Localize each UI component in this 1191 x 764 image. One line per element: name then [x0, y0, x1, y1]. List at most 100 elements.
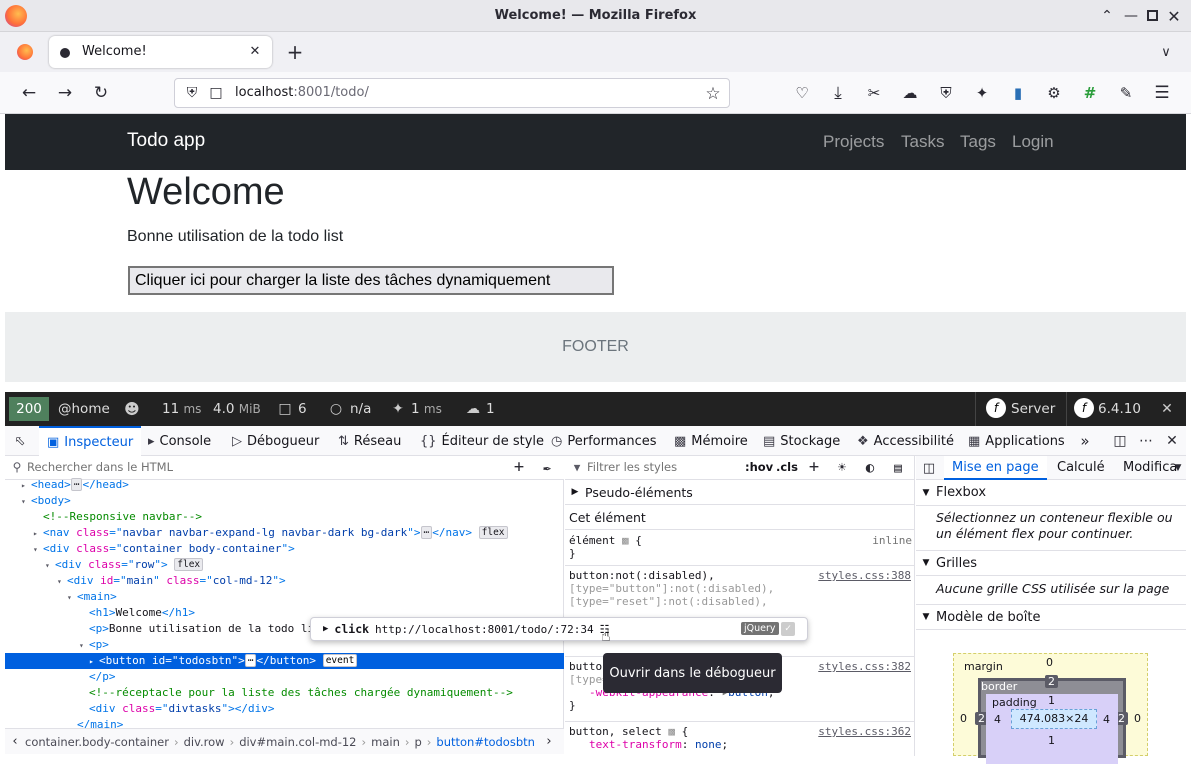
close-tab-icon[interactable]: ✕	[247, 43, 263, 59]
tab-debogueur[interactable]: ▷ Débogueur	[232, 426, 319, 456]
forms-count[interactable]: 6	[298, 401, 307, 417]
time-metric[interactable]: 11 ms	[162, 401, 201, 417]
status-badge[interactable]: 200	[9, 397, 49, 421]
tab-stockage[interactable]: ▤ Stockage	[763, 426, 840, 456]
nav-login[interactable]: Login	[1012, 132, 1054, 152]
element-rule[interactable]: élément ▩ {inline }	[569, 534, 912, 560]
toggle-sidebar-icon[interactable]: ◫	[920, 459, 938, 477]
html-search-input[interactable]: Rechercher dans le HTML	[27, 460, 507, 474]
events-icon[interactable]: ✦	[390, 400, 406, 418]
nav-projects[interactable]: Projects	[823, 132, 884, 152]
extensions-puzzle-icon[interactable]: ✎	[1116, 83, 1136, 103]
markup-node-main[interactable]: ▾ <main>	[5, 589, 564, 605]
breadcrumb-item-selected[interactable]: button#todosbtn	[436, 735, 535, 749]
tab-performances[interactable]: ◷ Performances	[551, 426, 657, 456]
add-rule-icon[interactable]: +	[805, 457, 823, 477]
hov-button[interactable]: :hov	[745, 460, 773, 474]
extension-cloud-icon[interactable]: ☁	[900, 83, 920, 103]
tab-inspecteur[interactable]: ▣ Inspecteur	[39, 426, 142, 456]
upload-cloud-icon[interactable]: ☁	[463, 400, 483, 418]
markup-node-p-close[interactable]: </p>	[5, 669, 564, 685]
requests-count[interactable]: 1	[486, 401, 495, 417]
maximize-button[interactable]	[1147, 10, 1158, 21]
padding-bottom-value[interactable]: 1	[1048, 734, 1055, 747]
box-model-margin[interactable]: margin 0 0 0 border 2 2 2 padding 1 4 4 …	[953, 653, 1148, 764]
site-brand[interactable]: Todo app	[127, 130, 205, 152]
chevron-left-icon[interactable]: ‹	[5, 734, 25, 749]
page-icon[interactable]: □	[207, 84, 225, 102]
more-panels-chevron-icon[interactable]: ▼	[1172, 460, 1184, 476]
tab-editeur-de-style[interactable]: {} Éditeur de style	[420, 426, 544, 456]
tab-mise-en-page[interactable]: Mise en page	[944, 456, 1047, 480]
tab-console[interactable]: ▸ Console	[148, 426, 211, 456]
memory-metric[interactable]: 4.0 MiB	[213, 401, 261, 417]
padding-right-value[interactable]: 4	[1103, 713, 1110, 726]
load-tasks-button[interactable]: Cliquer ici pour charger la liste des tâ…	[128, 266, 614, 295]
breadcrumb-item[interactable]: main	[371, 735, 400, 749]
expand-arrow-icon[interactable]: ▶	[323, 624, 328, 634]
markup-comment[interactable]: <!--réceptacle pour la liste des tâches …	[5, 685, 564, 701]
route-name[interactable]: @home	[58, 401, 110, 417]
chevron-right-icon[interactable]: ›	[539, 734, 559, 749]
print-media-icon[interactable]: ▤	[889, 459, 907, 477]
markup-node-divtasks[interactable]: <div class="divtasks"></div>	[5, 701, 564, 717]
symfony-logo-icon[interactable]: f	[986, 398, 1006, 418]
markup-node-button-selected[interactable]: ▸ <button id="todosbtn"> ⋯ </button> event	[5, 653, 564, 669]
box-model-border[interactable]: border 2 2 2 padding 1 4 4 1 474.083×24	[975, 675, 1128, 764]
tab-reseau[interactable]: ⇅ Réseau	[338, 426, 401, 456]
pocket-icon[interactable]: ♡	[792, 83, 812, 103]
breadcrumb-item[interactable]: div.row	[184, 735, 225, 749]
enable-checkbox[interactable]: ✓	[781, 622, 795, 636]
ublock-shield-icon[interactable]: ⛨	[936, 83, 956, 103]
back-arrow-icon[interactable]: ←	[19, 83, 39, 103]
user-status[interactable]: n/a	[350, 401, 371, 417]
bookmark-star-icon[interactable]: ☆	[703, 84, 723, 104]
screenshot-icon[interactable]: ✂	[864, 83, 884, 103]
margin-left-value[interactable]: 0	[960, 712, 967, 725]
rule-button-select[interactable]: button, select ▩ {styles.css:362 text-tr…	[565, 721, 915, 754]
user-icon[interactable]: ○	[328, 400, 344, 418]
markup-node-main-div[interactable]: ▾ <div id="main" class="col-md-12">	[5, 573, 564, 589]
cls-button[interactable]: .cls	[776, 460, 798, 474]
extension-tag-icon[interactable]: ▮	[1008, 83, 1028, 103]
dark-theme-icon[interactable]: ◐	[861, 459, 879, 477]
tab-modifications[interactable]: Modifica	[1123, 460, 1177, 475]
event-handler-url[interactable]: http://localhost:8001/todo/:72:34	[375, 623, 594, 636]
symfony-ghost-icon[interactable]: ☻	[122, 399, 142, 419]
breadcrumb-item[interactable]: p	[414, 735, 421, 749]
event-type[interactable]: click	[334, 622, 369, 636]
add-node-icon[interactable]: +	[510, 457, 528, 477]
grids-header[interactable]: ▼ Grilles	[916, 550, 1186, 576]
markup-node-nav[interactable]: ▸ <nav class="navbar navbar-expand-lg nav…	[5, 525, 564, 541]
forward-arrow-icon[interactable]: →	[55, 83, 75, 103]
extension-robot-icon[interactable]: ⚙	[1044, 83, 1064, 103]
symfony-version[interactable]: 6.4.10	[1098, 401, 1141, 417]
padding-left-value[interactable]: 4	[994, 713, 1001, 726]
tab-applications[interactable]: ▦ Applications	[968, 426, 1065, 456]
firefox-view-icon[interactable]	[17, 44, 33, 60]
filter-styles-input[interactable]: Filtrer les styles	[587, 460, 677, 474]
nav-tags[interactable]: Tags	[960, 132, 996, 152]
tab-accessibilite[interactable]: ❖ Accessibilité	[857, 426, 954, 456]
events-time[interactable]: 1 ms	[411, 401, 442, 417]
symfony-version-icon[interactable]: f	[1074, 398, 1094, 418]
content-size[interactable]: 474.083×24	[1011, 709, 1097, 729]
rule-button-not-disabled[interactable]: button:not(:disabled), styles.css:388 [ty…	[565, 565, 915, 615]
light-theme-icon[interactable]: ☀	[833, 459, 851, 477]
markup-node-body[interactable]: ▾ <body>	[5, 493, 564, 509]
markup-comment[interactable]: <!--Responsive navbar-->	[5, 509, 564, 525]
menu-hamburger-icon[interactable]: ☰	[1152, 83, 1172, 103]
dock-side-icon[interactable]: ◫	[1111, 432, 1129, 450]
markup-node-row[interactable]: ▾ <div class="row"> flex	[5, 557, 564, 573]
padding-top-value[interactable]: 1	[1048, 694, 1055, 707]
breadcrumb-item[interactable]: container.body-container	[25, 735, 169, 749]
event-badge[interactable]: event	[322, 654, 358, 667]
more-tabs-chevron-icon[interactable]: »	[1076, 432, 1094, 450]
close-window-button[interactable]: ✕	[1165, 6, 1183, 26]
tab-memoire[interactable]: ▩ Mémoire	[674, 426, 748, 456]
margin-right-value[interactable]: 0	[1134, 712, 1141, 725]
breadcrumb-item[interactable]: div#main.col-md-12	[239, 735, 356, 749]
border-top-value[interactable]: 2	[1045, 675, 1058, 688]
tab-calcule[interactable]: Calculé	[1057, 460, 1105, 475]
flexbox-header[interactable]: ▼ Flexbox	[916, 480, 1186, 506]
